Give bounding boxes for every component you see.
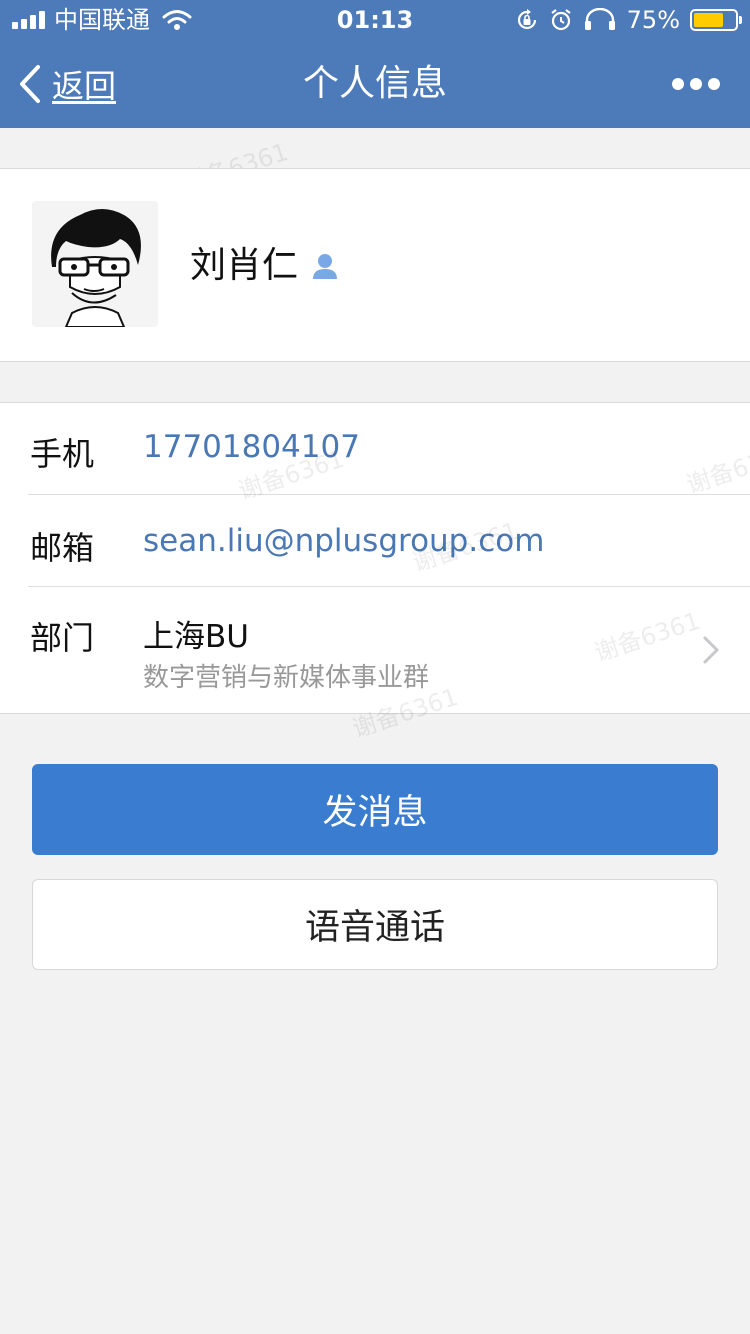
chevron-right-icon	[703, 636, 719, 664]
more-icon[interactable]	[672, 76, 720, 92]
phone-row[interactable]: 手机 17701804107	[0, 403, 750, 494]
person-icon	[313, 254, 337, 279]
department-value: 上海BU	[143, 619, 249, 655]
voice-call-button[interactable]: 语音通话	[32, 879, 718, 970]
profile-card: 刘肖仁	[0, 168, 750, 362]
phone-value[interactable]: 17701804107	[143, 429, 360, 465]
department-subtitle: 数字营销与新媒体事业群	[143, 663, 430, 693]
department-row[interactable]: 部门 上海BU 数字营销与新媒体事业群	[0, 587, 750, 713]
chevron-left-icon	[20, 65, 40, 103]
email-row[interactable]: 邮箱 sean.liu@nplusgroup.com	[0, 495, 750, 586]
battery-percent: 75%	[626, 6, 680, 34]
contact-info-list: 手机 17701804107 邮箱 sean.liu@nplusgroup.co…	[0, 402, 750, 743]
rotation-lock-icon	[517, 9, 536, 30]
send-message-button[interactable]: 发消息	[32, 764, 718, 855]
battery-level	[694, 13, 723, 27]
email-label: 邮箱	[30, 529, 95, 567]
status-right-group: 75%	[515, 6, 742, 34]
alarm-icon	[550, 9, 571, 31]
email-value[interactable]: sean.liu@nplusgroup.com	[143, 523, 544, 559]
phone-label: 手机	[30, 435, 95, 473]
nav-bar: 返回 个人信息	[0, 40, 750, 128]
battery-icon	[690, 9, 742, 31]
headphones-icon	[584, 8, 615, 30]
back-button[interactable]: 返回	[16, 40, 116, 128]
top-header: 中国联通 01:13 75% 返回 个人信息	[0, 0, 750, 128]
status-bar: 中国联通 01:13 75%	[0, 0, 750, 40]
avatar-icon	[32, 201, 158, 327]
back-label: 返回	[52, 67, 117, 105]
department-label: 部门	[30, 619, 95, 657]
profile-name: 刘肖仁	[190, 245, 299, 286]
